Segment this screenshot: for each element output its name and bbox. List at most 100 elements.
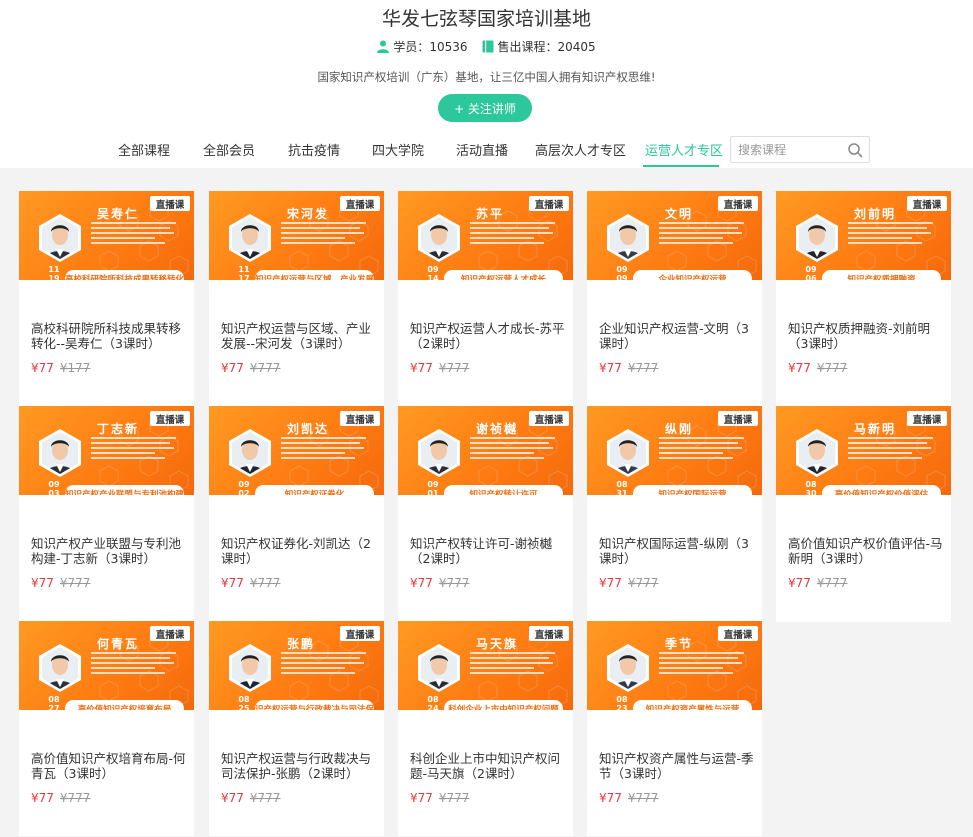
course-banner[interactable]: 直播课 张鹏 0825 知识产权运营与行政裁决与司法保护 [209,621,384,710]
teacher-name: 谢祯樾 [476,422,519,436]
course-banner[interactable]: 直播课 季节 08 23 知识产权资产属性与运营 [587,621,762,710]
page-header: 华发七弦琴国家培训基地 学员：10536 售出课程：20405 国家知识产权培训… [0,0,973,168]
original-price: ¥777 [627,791,659,805]
course-card[interactable]: 直播课 马天旗 08 24 科创企业上市中知识产权问题 科创企业上市中知识产权问题… [398,621,573,836]
course-card[interactable]: 直播课 纵刚 08 31 知识产权国际运营 知识产权国际运营-纵刚（3课时） ¥7… [587,406,762,622]
live-badge: 直播课 [340,411,380,426]
tab-senior-talent[interactable]: 高层次人才专区 [535,140,626,159]
price: ¥77 [221,361,244,375]
teacher-name: 季节 [665,637,694,651]
course-card[interactable]: 直播课 苏平 09 14 知识产权运营人才成长 知识产权运营人才成长-苏平（2课时… [398,191,573,407]
course-topic: 知识产权质押融资 [822,270,941,280]
teacher-bio-lines [848,222,940,247]
course-card[interactable]: 直播课 丁志新 09 03 知识产权产业联盟与专利池构建 知识产权产业联盟与专利池… [19,406,194,622]
original-price: ¥777 [627,361,659,375]
course-banner[interactable]: 直播课 马天旗 08 24 科创企业上市中知识产权问题 [398,621,573,710]
price: ¥77 [788,361,811,375]
price: ¥77 [788,576,811,590]
course-card[interactable]: 直播课 张鹏 0825 知识产权运营与行政裁决与司法保护 知识产权运营与行政裁决… [209,621,384,836]
tab-four-colleges[interactable]: 四大学院 [372,140,424,159]
tab-all-courses[interactable]: 全部课程 [118,140,170,159]
teacher-name: 纵刚 [665,422,694,436]
price: ¥77 [599,791,622,805]
price-row: ¥77 ¥777 [221,791,280,805]
original-price: ¥177 [59,361,91,375]
search-icon[interactable] [847,142,863,158]
tab-all-members[interactable]: 全部会员 [203,140,255,159]
teacher-avatar [229,644,271,692]
course-card[interactable]: 直播课 季节 08 23 知识产权资产属性与运营 知识产权资产属性与运营-季节（3… [587,621,762,836]
slogan: 国家知识产权培训（广东）基地，让三亿中国人拥有知识产权思维! [317,70,656,84]
live-badge: 直播课 [718,411,758,426]
course-topic: 知识产权转让许可 [444,485,563,495]
course-topic: 知识产权运营人才成长 [444,270,563,280]
course-card[interactable]: 直播课 刘前明 09 06 知识产权质押融资 知识产权质押融资-刘前明（3课时） … [776,191,951,407]
course-topic: 知识产权资产属性与运营 [633,700,752,710]
live-badge: 直播课 [718,196,758,211]
course-topic: 知识产权国际运营 [633,485,752,495]
students-stat: 学员：10536 [377,38,468,55]
courses-count: 售出课程：20405 [497,40,596,54]
price: ¥77 [410,791,433,805]
course-banner[interactable]: 直播课 文明 09 09 企业知识产权运营 [587,191,762,280]
price-row: ¥77 ¥777 [410,361,469,375]
teacher-bio-lines [470,222,562,247]
course-banner[interactable]: 直播课 吴寿仁 11 19 高校科研院所科技成果转移转化 [19,191,194,280]
course-card[interactable]: 直播课 刘凯达 09 02 知识产权证券化 知识产权证券化-刘凯达（2课时） ¥7… [209,406,384,622]
teacher-avatar [796,429,838,477]
teacher-name: 刘前明 [854,207,897,221]
course-banner[interactable]: 直播课 宋河发 11 17 知识产权运营与区域、产业发展 [209,191,384,280]
price: ¥77 [31,361,54,375]
price-row: ¥77 ¥777 [410,576,469,590]
price: ¥77 [221,791,244,805]
live-badge: 直播课 [529,411,569,426]
teacher-avatar [607,214,649,262]
teacher-name: 苏平 [476,207,505,221]
course-card[interactable]: 直播课 何青瓦 08 27 高价值知识产权培育布局 高价值知识产权培育布局-何青瓦… [19,621,194,836]
course-banner[interactable]: 直播课 刘凯达 09 02 知识产权证券化 [209,406,384,495]
course-topic: 高校科研院所科技成果转移转化 [65,270,184,280]
course-banner[interactable]: 直播课 谢祯樾 09 01 知识产权转让许可 [398,406,573,495]
teacher-name: 吴寿仁 [97,207,140,221]
teacher-avatar [418,644,460,692]
price: ¥77 [599,576,622,590]
course-card[interactable]: 直播课 宋河发 11 17 知识产权运营与区域、产业发展 知识产权运营与区域、产业… [209,191,384,407]
course-card[interactable]: 直播课 马新明 08 30 高价值知识产权价值评估 高价值知识产权价值评估-马新明… [776,406,951,622]
teacher-name: 何青瓦 [97,637,140,651]
course-banner[interactable]: 直播课 刘前明 09 06 知识产权质押融资 [776,191,951,280]
price: ¥77 [599,361,622,375]
price-row: ¥77 ¥777 [599,361,658,375]
live-badge: 直播课 [718,626,758,641]
teacher-name: 马新明 [854,422,897,436]
course-banner[interactable]: 直播课 丁志新 09 03 知识产权产业联盟与专利池构建 [19,406,194,495]
live-badge: 直播课 [529,196,569,211]
teacher-bio-lines [470,437,562,462]
price-row: ¥77 ¥777 [221,576,280,590]
course-card[interactable]: 直播课 吴寿仁 11 19 高校科研院所科技成果转移转化 高校科研院所科技成果转移… [19,191,194,407]
price-row: ¥77 ¥177 [31,361,90,375]
teacher-bio-lines [659,437,751,462]
teacher-bio-lines [281,437,373,462]
price-row: ¥77 ¥777 [31,576,90,590]
course-banner[interactable]: 直播课 纵刚 08 31 知识产权国际运营 [587,406,762,495]
original-price: ¥777 [438,361,470,375]
tab-fight-epidemic[interactable]: 抗击疫情 [288,140,340,159]
tab-operations-talent[interactable]: 运营人才专区 [645,140,723,159]
price: ¥77 [221,576,244,590]
course-card[interactable]: 直播课 文明 09 09 企业知识产权运营 企业知识产权运营-文明（3课时） ¥7… [587,191,762,407]
tab-live-events[interactable]: 活动直播 [456,140,508,159]
original-price: ¥777 [438,576,470,590]
search-input[interactable] [738,137,848,162]
course-banner[interactable]: 直播课 马新明 08 30 高价值知识产权价值评估 [776,406,951,495]
teacher-bio-lines [91,222,183,247]
course-banner[interactable]: 直播课 苏平 09 14 知识产权运营人才成长 [398,191,573,280]
category-nav: 全部课程 全部会员 抗击疫情 四大学院 活动直播 高层次人才专区 运营人才专区 [0,134,973,168]
teacher-name: 张鹏 [287,637,316,651]
course-card[interactable]: 直播课 谢祯樾 09 01 知识产权转让许可 知识产权转让许可-谢祯樾（2课时） … [398,406,573,622]
course-banner[interactable]: 直播课 何青瓦 08 27 高价值知识产权培育布局 [19,621,194,710]
teacher-avatar [607,644,649,692]
teacher-name: 宋河发 [287,207,330,221]
price-row: ¥77 ¥777 [599,576,658,590]
follow-teacher-button[interactable]: + 关注讲师 [438,94,532,122]
course-topic: 高价值知识产权培育布局 [65,700,184,710]
